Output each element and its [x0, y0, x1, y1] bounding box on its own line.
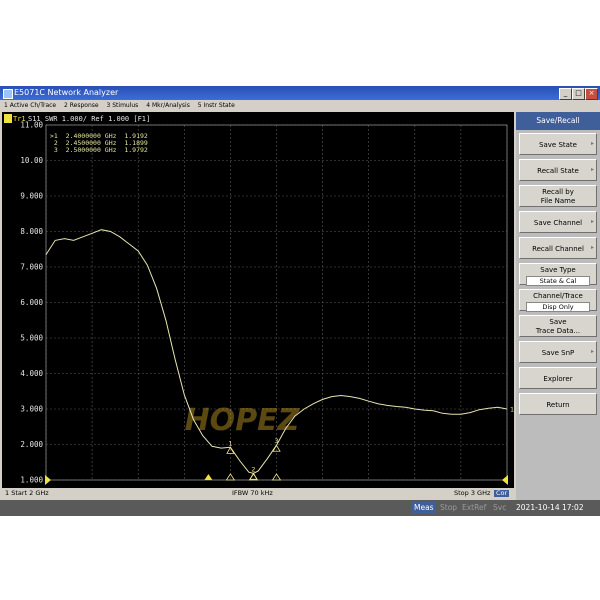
y-tick-label: 8.000: [20, 227, 43, 236]
menu-response[interactable]: 2 Response: [64, 102, 99, 109]
menu-mkr-analysis[interactable]: 4 Mkr/Analysis: [146, 102, 190, 109]
trace-header-text: S11 SWR 1.000/ Ref 1.000 [F1]: [28, 115, 150, 123]
channel-trace-button[interactable]: Channel/Trace Disp Only: [519, 289, 597, 312]
svc-status: Svc: [493, 503, 507, 512]
y-tick-label: 2.000: [20, 440, 43, 449]
correction-badge: Cor: [494, 489, 510, 497]
save-state-label: Save State: [539, 141, 577, 149]
y-tick-label: 5.000: [20, 334, 43, 343]
y-tick-label: 7.000: [20, 263, 43, 272]
return-label: Return: [546, 401, 570, 409]
explorer-label: Explorer: [543, 375, 573, 383]
recall-state-button[interactable]: Recall State ▸: [519, 159, 597, 181]
y-tick-label: 10.00: [20, 156, 43, 165]
save-trace-label-2: Trace Data...: [535, 327, 581, 335]
save-channel-label: Save Channel: [533, 219, 583, 227]
ifbw-label[interactable]: IFBW 70 kHz: [232, 488, 273, 499]
extref-status: ExtRef: [462, 503, 487, 512]
submenu-arrow-icon: ▸: [590, 218, 594, 225]
softkey-panel: Save/Recall Save State ▸ Recall State ▸ …: [516, 112, 600, 500]
network-analyzer-window: E5071C Network Analyzer _ □ × 1 Active C…: [0, 86, 600, 516]
menu-stimulus[interactable]: 3 Stimulus: [107, 102, 139, 109]
softkey-menu-title: Save/Recall: [516, 112, 600, 130]
y-tick-label: 9.000: [20, 192, 43, 201]
submenu-arrow-icon: ▸: [590, 166, 594, 173]
maximize-button[interactable]: □: [572, 88, 585, 100]
minimize-button[interactable]: _: [559, 88, 572, 100]
save-type-value: State & Cal: [526, 276, 590, 286]
save-trace-data-button[interactable]: Save Trace Data...: [519, 315, 597, 337]
save-state-button[interactable]: Save State ▸: [519, 133, 597, 155]
start-frequency[interactable]: 1 Start 2 GHz: [5, 488, 49, 499]
recall-channel-button[interactable]: Recall Channel ▸: [519, 237, 597, 259]
recall-state-label: Recall State: [537, 167, 579, 175]
explorer-button[interactable]: Explorer: [519, 367, 597, 389]
trace-end-label: 1: [510, 406, 514, 414]
recall-by-label-2: File Name: [540, 197, 576, 205]
menu-instr-state[interactable]: 5 Instr State: [198, 102, 235, 109]
save-type-button[interactable]: Save Type State & Cal: [519, 263, 597, 286]
save-type-label: Save Type: [540, 266, 576, 274]
marker-label: 2: [251, 465, 255, 473]
stop-status: Stop: [440, 503, 458, 512]
meas-status: Meas: [412, 502, 436, 513]
date-time: 2021-10-14 17:02: [516, 503, 584, 512]
instrument-status-bar: Meas Stop ExtRef Svc 2021-10-14 17:02: [0, 500, 600, 516]
marker-layer: 1 2 3: [204, 437, 282, 481]
submenu-arrow-icon: ▸: [590, 140, 594, 147]
submenu-arrow-icon: ▸: [590, 348, 594, 355]
marker-row-3: 3 2.5000000 GHz 1.9792: [50, 146, 148, 154]
swr-chart: HOPEZ 11.0010.009.0008.0007.0006.0005.00…: [4, 114, 514, 485]
y-tick-label: 1.000: [20, 476, 43, 485]
close-button[interactable]: ×: [585, 88, 598, 100]
recall-by-label-1: Recall by: [542, 188, 574, 196]
channel-trace-label: Channel/Trace: [533, 292, 583, 300]
reference-arrow-icon: [45, 475, 51, 485]
active-marker-icon: [204, 474, 213, 480]
y-tick-label: 3.000: [20, 405, 43, 414]
menu-bar: 1 Active Ch/Trace 2 Response 3 Stimulus …: [0, 100, 600, 112]
stop-frequency[interactable]: Stop 3 GHz: [454, 488, 490, 499]
return-button[interactable]: Return: [519, 393, 597, 415]
title-bar: E5071C Network Analyzer _ □ ×: [0, 86, 600, 100]
save-channel-button[interactable]: Save Channel ▸: [519, 211, 597, 233]
app-icon: [3, 89, 13, 99]
plot-area[interactable]: HOPEZ 11.00 10.00 9.000 8.000 7.000 6.000 5.00…: [2, 112, 514, 488]
recall-by-file-name-button[interactable]: Recall by File Name: [519, 185, 597, 207]
recall-channel-label: Recall Channel: [532, 245, 584, 253]
marker-label: 3: [274, 437, 278, 445]
submenu-arrow-icon: ▸: [590, 244, 594, 251]
y-tick-label: 4.000: [20, 369, 43, 378]
save-trace-label-1: Save: [549, 318, 567, 326]
status-line: 1 Start 2 GHz IFBW 70 kHz Stop 3 GHz Cor: [2, 488, 514, 499]
marker-label: 1: [228, 439, 232, 447]
channel-trace-value: Disp Only: [526, 302, 590, 312]
window-title: E5071C Network Analyzer: [14, 88, 119, 97]
y-tick-label: 6.000: [20, 298, 43, 307]
save-snp-label: Save SnP: [541, 349, 575, 357]
menu-active-ch-trace[interactable]: 1 Active Ch/Trace: [4, 102, 56, 109]
save-snp-button[interactable]: Save SnP ▸: [519, 341, 597, 363]
trace-indicator: [4, 114, 12, 123]
reference-arrow-icon: [502, 475, 508, 485]
trace-id: Tr1: [13, 115, 26, 123]
